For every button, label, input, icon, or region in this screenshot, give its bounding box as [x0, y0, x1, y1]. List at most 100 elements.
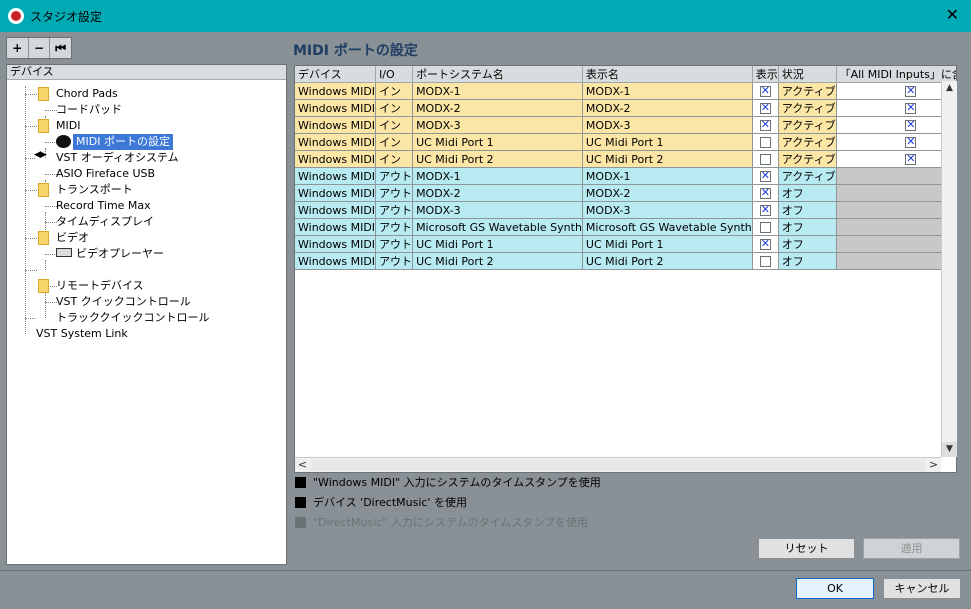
- table-row[interactable]: Windows MIDIインMODX-2MODX-2アクティブ: [295, 99, 956, 117]
- tree-item-vst-system-link[interactable]: VST System Link: [36, 326, 128, 342]
- tree-item-chord-pad-settings[interactable]: コードパッド: [56, 102, 122, 118]
- scroll-thumb[interactable]: [311, 459, 925, 471]
- device-tree-header: デバイス: [7, 65, 286, 80]
- cell-display-name[interactable]: MODX-1: [582, 82, 753, 100]
- cell-status[interactable]: アクティブ: [778, 99, 837, 117]
- all-inputs-checkbox[interactable]: [905, 135, 917, 149]
- checkbox[interactable]: [295, 497, 306, 508]
- cell-all-midi-inputs: [836, 218, 956, 236]
- cell-status[interactable]: アクティブ: [778, 133, 837, 151]
- tree-item-chord-pads[interactable]: Chord Pads: [56, 86, 118, 102]
- horizontal-scrollbar[interactable]: < >: [295, 457, 941, 472]
- tree-item-record-time-max[interactable]: Record Time Max: [56, 198, 151, 214]
- table-row[interactable]: Windows MIDI イン UC Midi Port 1 UC Midi Port…: [295, 133, 956, 151]
- all-inputs-checkbox[interactable]: [905, 101, 917, 115]
- table-row[interactable]: Windows MIDIアウトMODX-3MODX-3オフ: [295, 201, 956, 219]
- visible-checkbox[interactable]: [759, 154, 771, 165]
- cell-display-name[interactable]: MODX-1: [582, 167, 753, 185]
- add-device-button[interactable]: +: [7, 38, 29, 58]
- cell-display-name[interactable]: UC Midi Port 2: [582, 252, 753, 270]
- cell-port-system-name: MODX-1: [412, 167, 583, 185]
- reset-device-button[interactable]: ⏮: [50, 38, 71, 58]
- column-header-display-name[interactable]: 表示名: [582, 66, 753, 83]
- visible-checkbox[interactable]: [759, 118, 771, 132]
- table-row[interactable]: Windows MIDIインMODX-1MODX-1アクティブ: [295, 82, 956, 100]
- tree-item-midi[interactable]: MIDI: [56, 118, 80, 134]
- cell-status[interactable]: オフ: [778, 252, 837, 270]
- scroll-left-icon[interactable]: <: [295, 458, 310, 472]
- column-header-status[interactable]: 状況: [778, 66, 837, 83]
- cell-display-name[interactable]: MODX-2: [582, 184, 753, 202]
- scroll-down-icon[interactable]: ▼: [942, 442, 957, 457]
- close-icon[interactable]: ✕: [946, 5, 959, 25]
- cell-all-midi-inputs: [836, 133, 956, 151]
- cell-status[interactable]: オフ: [778, 218, 837, 236]
- tree-item-remote-devices[interactable]: リモートデバイス: [56, 278, 144, 294]
- ok-button[interactable]: OK: [796, 578, 874, 599]
- visible-checkbox[interactable]: [759, 203, 771, 217]
- remove-device-button[interactable]: −: [29, 38, 51, 58]
- tree-item-track-quick-controls[interactable]: トラッククイックコントロール: [56, 310, 210, 326]
- cell-display-name[interactable]: UC Midi Port 1: [582, 235, 753, 253]
- cell-device: Windows MIDI: [295, 235, 377, 253]
- cell-display-name[interactable]: Microsoft GS Wavetable Synth: [582, 218, 753, 236]
- vertical-scrollbar[interactable]: ▲ ▼: [941, 81, 957, 457]
- visible-checkbox[interactable]: [759, 169, 771, 183]
- cell-display-name[interactable]: MODX-3: [582, 201, 753, 219]
- checkbox[interactable]: [295, 477, 306, 488]
- visible-checkbox[interactable]: [759, 237, 771, 251]
- scroll-right-icon[interactable]: >: [926, 458, 941, 472]
- cell-display-name[interactable]: UC Midi Port 2: [582, 150, 753, 168]
- visible-checkbox[interactable]: [759, 222, 771, 233]
- tree-item-video-player[interactable]: ビデオプレーヤー: [76, 246, 164, 262]
- table-row[interactable]: Windows MIDIアウトMODX-2MODX-2オフ: [295, 184, 956, 202]
- tree-connector: [25, 190, 37, 191]
- visible-checkbox[interactable]: [759, 186, 771, 200]
- visible-checkbox[interactable]: [759, 84, 771, 98]
- column-header-device[interactable]: デバイス: [295, 66, 377, 83]
- cell-status[interactable]: アクティブ: [778, 167, 837, 185]
- tree-item-midi-port-settings[interactable]: MIDI ポートの設定: [73, 134, 173, 150]
- scroll-up-icon[interactable]: ▲: [942, 81, 957, 96]
- table-row[interactable]: Windows MIDI アウト UC Midi Port 1 UC Midi Por…: [295, 235, 956, 253]
- cell-visible: [752, 167, 779, 185]
- table-row[interactable]: Windows MIDIインMODX-3MODX-3アクティブ: [295, 116, 956, 134]
- tree-item-vst-quick-controls[interactable]: VST クイックコントロール: [56, 294, 191, 310]
- visible-checkbox[interactable]: [759, 256, 771, 267]
- all-inputs-checkbox[interactable]: [905, 152, 917, 166]
- scroll-thumb[interactable]: [943, 97, 956, 437]
- cell-status[interactable]: オフ: [778, 184, 837, 202]
- tree-item-video[interactable]: ビデオ: [56, 230, 89, 246]
- cell-port-system-name: MODX-1: [412, 82, 583, 100]
- cell-status[interactable]: アクティブ: [778, 82, 837, 100]
- cell-display-name[interactable]: MODX-2: [582, 99, 753, 117]
- cell-status[interactable]: オフ: [778, 235, 837, 253]
- tree-item-asio-fireface[interactable]: ASIO Fireface USB: [56, 166, 155, 182]
- tree-item-time-display[interactable]: タイムディスプレイ: [56, 214, 154, 230]
- all-inputs-checkbox[interactable]: [905, 118, 917, 132]
- cell-status[interactable]: オフ: [778, 201, 837, 219]
- table-row[interactable]: Windows MIDI アウト Microsoft GS Wavetable Sy…: [295, 218, 956, 236]
- tree-item-vst-audio-system[interactable]: VST オーディオシステム: [56, 150, 179, 166]
- column-header-port-system-name[interactable]: ポートシステム名: [412, 66, 583, 83]
- visible-checkbox[interactable]: [759, 137, 771, 148]
- table-row[interactable]: Windows MIDI アウト UC Midi Port 2 UC Midi Por…: [295, 252, 956, 270]
- visible-checkbox[interactable]: [759, 101, 771, 115]
- cell-display-name[interactable]: MODX-3: [582, 116, 753, 134]
- cancel-button[interactable]: キャンセル: [883, 578, 961, 599]
- tree-item-transport[interactable]: トランスポート: [56, 182, 133, 198]
- column-header-visible[interactable]: 表示: [752, 66, 779, 83]
- tree-connector: [25, 270, 37, 271]
- tree-connector: [25, 238, 37, 239]
- reset-button[interactable]: リセット: [758, 538, 855, 559]
- cell-status[interactable]: アクティブ: [778, 116, 837, 134]
- cell-io: イン: [375, 150, 414, 168]
- column-header-io[interactable]: I/O: [375, 66, 414, 83]
- cell-status[interactable]: アクティブ: [778, 150, 837, 168]
- all-inputs-checkbox[interactable]: [905, 84, 917, 98]
- cell-display-name[interactable]: UC Midi Port 1: [582, 133, 753, 151]
- column-header-all-midi-inputs[interactable]: 「All MIDI Inputs」に含める: [836, 66, 956, 83]
- table-row[interactable]: Windows MIDI イン UC Midi Port 2 UC Midi Port…: [295, 150, 956, 168]
- table-row[interactable]: Windows MIDIアウトMODX-1MODX-1アクティブ: [295, 167, 956, 185]
- cell-io: アウト: [375, 167, 414, 185]
